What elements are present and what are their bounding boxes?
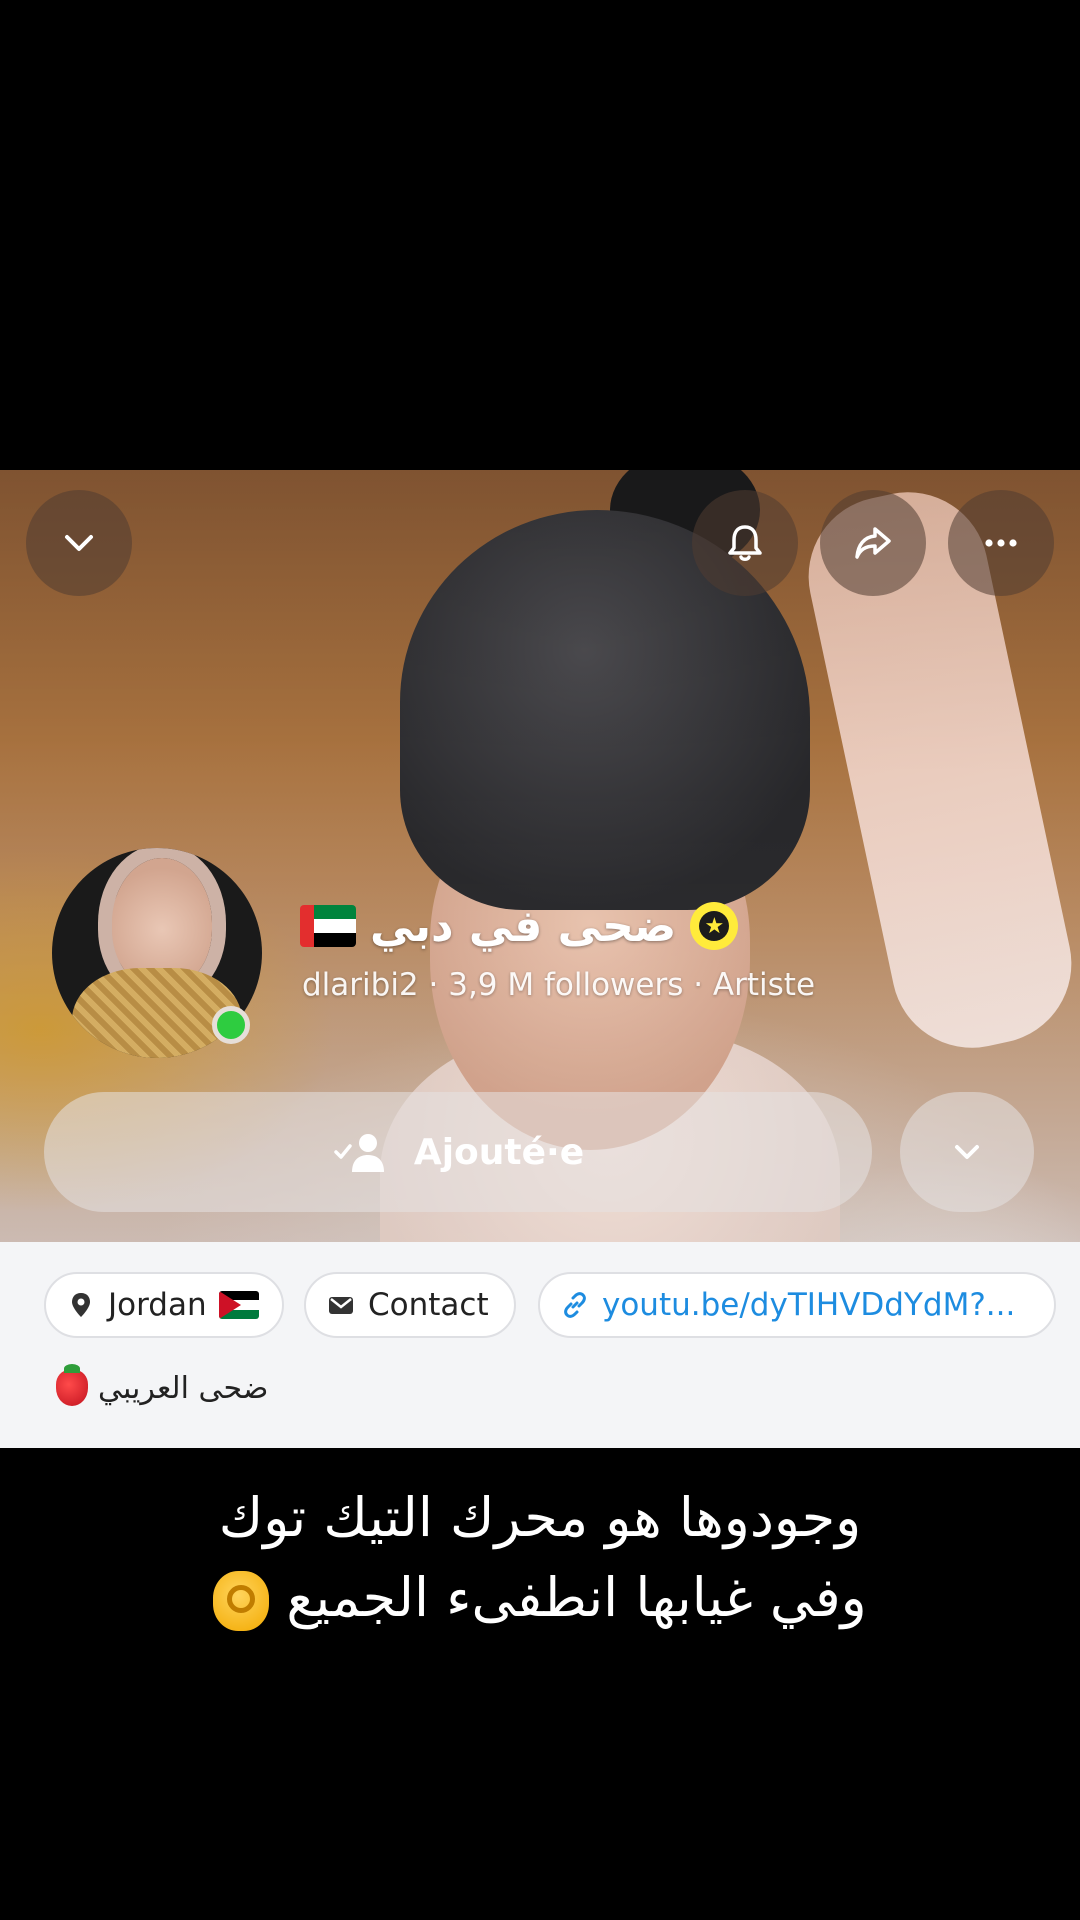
- online-status-dot: [212, 1006, 250, 1044]
- jordan-flag-icon: [218, 1291, 259, 1319]
- share-icon: [855, 527, 891, 559]
- bio-text: ضحى العريبي: [98, 1370, 269, 1406]
- link-chip[interactable]: youtu.be/dyTIHVDdYdM?...: [538, 1272, 1056, 1338]
- display-name-row: ضحى في دبي ★: [300, 895, 739, 957]
- more-options-button[interactable]: [948, 490, 1054, 596]
- more-icon: [985, 539, 1017, 547]
- link-url: youtu.be/dyTIHVDdYdM?...: [602, 1287, 1016, 1323]
- location-label: Jordan: [108, 1287, 207, 1323]
- display-name: ضحى في دبي: [370, 900, 677, 952]
- user-check-icon: [334, 1134, 384, 1172]
- share-button[interactable]: [820, 490, 926, 596]
- star-icon: ★: [690, 902, 739, 950]
- profile-meta: dlaribi2 · 3,9 M followers · Artiste: [302, 967, 816, 1003]
- profile-info: Jordan Contact youtu.be/dyTIHVDdYdM?... …: [0, 1242, 1080, 1448]
- collapse-button[interactable]: [26, 490, 132, 596]
- contact-label: Contact: [368, 1287, 489, 1323]
- notification-button[interactable]: [692, 490, 798, 596]
- friend-options-button[interactable]: [900, 1092, 1034, 1212]
- added-label: Ajouté·e: [413, 1131, 585, 1173]
- location-pin-icon: [72, 1293, 90, 1317]
- bio: ضحى العريبي: [56, 1364, 269, 1406]
- added-friend-button[interactable]: Ajouté·e: [44, 1092, 872, 1212]
- video-caption: وجودوها هو محرك التيك توك وفي غيابها انط…: [0, 1478, 1080, 1638]
- uae-flag-icon: [300, 905, 356, 947]
- bell-icon: [728, 525, 762, 561]
- strawberry-icon: [56, 1364, 88, 1406]
- chevron-down-icon: [955, 1145, 979, 1159]
- location-chip[interactable]: Jordan: [44, 1272, 284, 1338]
- envelope-icon: [329, 1297, 353, 1314]
- ok-hand-icon: [213, 1571, 270, 1632]
- caption-line-2-row: وفي غيابها انطفىء الجميع: [0, 1558, 1080, 1638]
- contact-chip[interactable]: Contact: [304, 1272, 516, 1338]
- link-icon: [564, 1292, 586, 1318]
- caption-line-2: وفي غيابها انطفىء الجميع: [286, 1566, 867, 1629]
- chevron-down-icon: [65, 535, 93, 551]
- caption-line-1: وجودوها هو محرك التيك توك: [218, 1486, 862, 1549]
